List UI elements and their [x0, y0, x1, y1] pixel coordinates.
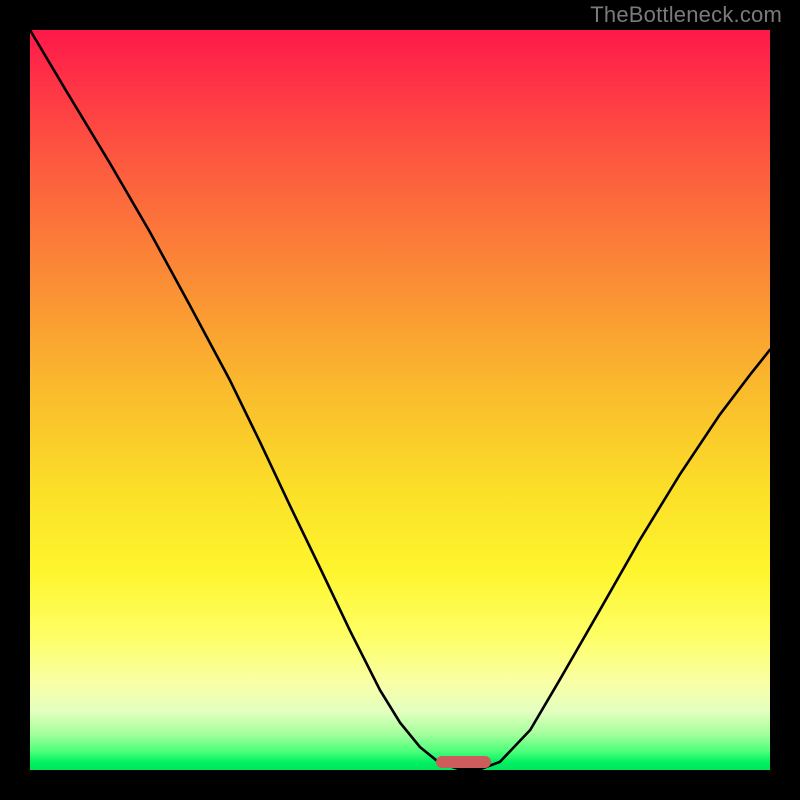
- plot-area: [30, 30, 770, 770]
- watermark-text: TheBottleneck.com: [590, 2, 782, 28]
- chart-frame: TheBottleneck.com: [0, 0, 800, 800]
- curve-path: [30, 30, 770, 769]
- optimal-marker: [436, 756, 491, 768]
- bottleneck-curve: [30, 30, 770, 770]
